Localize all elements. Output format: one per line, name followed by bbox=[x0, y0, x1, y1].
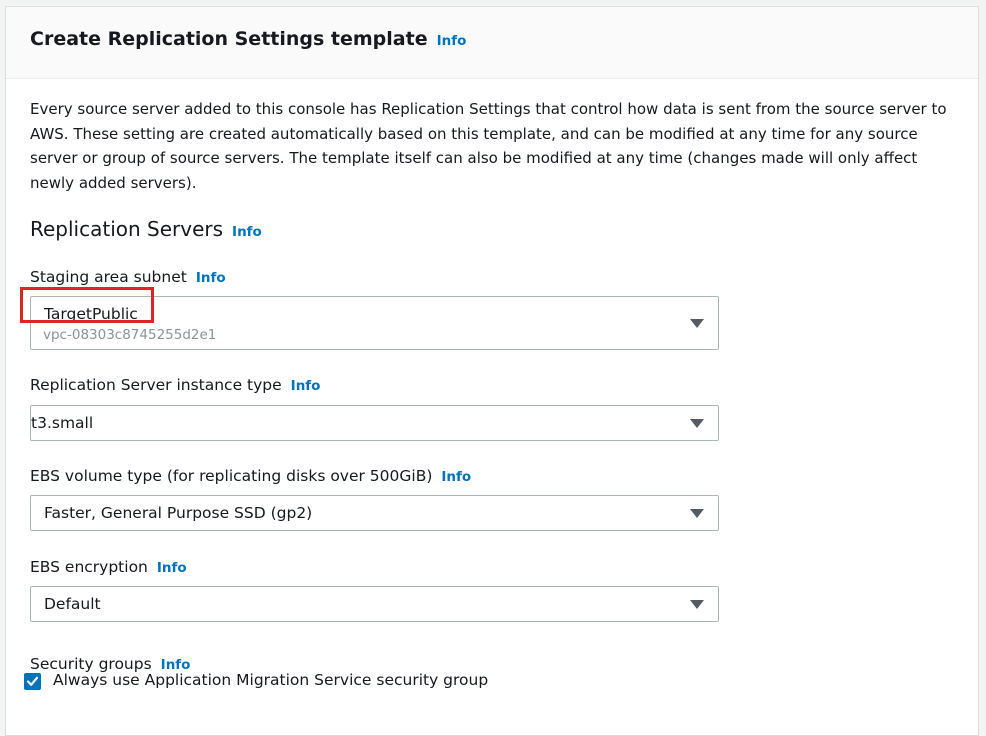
staging-subnet-label-text: Staging area subnet bbox=[30, 268, 187, 286]
ebs-volume-type-value: Faster, General Purpose SSD (gp2) bbox=[44, 504, 313, 522]
panel-header: Create Replication Settings template Info bbox=[6, 7, 978, 79]
ebs-encryption-select[interactable]: Default bbox=[30, 586, 719, 622]
staging-subnet-select[interactable]: TargetPublic vpc-08303c8745255d2e1 bbox=[30, 296, 719, 350]
ebs-encryption-label-text: EBS encryption bbox=[30, 558, 148, 576]
checkmark-icon bbox=[26, 676, 39, 686]
ebs-encryption-value: Default bbox=[44, 595, 101, 613]
ebs-encryption-label: EBS encryption Info bbox=[30, 558, 187, 576]
section-info-link[interactable]: Info bbox=[232, 224, 262, 240]
security-group-checkbox-label[interactable]: Always use Application Migration Service… bbox=[53, 671, 488, 689]
ebs-encryption-info-link[interactable]: Info bbox=[157, 560, 187, 576]
ebs-volume-type-label-text: EBS volume type (for replicating disks o… bbox=[30, 467, 433, 485]
security-group-checkbox[interactable] bbox=[24, 673, 41, 690]
template-description: Every source server added to this consol… bbox=[30, 100, 947, 192]
staging-subnet-info-link[interactable]: Info bbox=[196, 270, 226, 286]
instance-type-select[interactable]: t3.small bbox=[30, 405, 719, 441]
section-title-text: Replication Servers bbox=[30, 217, 224, 241]
staging-subnet-vpc-id: vpc-08303c8745255d2e1 bbox=[43, 327, 217, 343]
instance-type-value: t3.small bbox=[31, 414, 94, 432]
title-info-link[interactable]: Info bbox=[437, 33, 467, 49]
instance-type-label: Replication Server instance type Info bbox=[30, 376, 320, 394]
chevron-down-icon bbox=[690, 600, 704, 609]
ebs-volume-type-info-link[interactable]: Info bbox=[441, 469, 471, 485]
staging-subnet-value: TargetPublic bbox=[44, 305, 138, 323]
page-title-text: Create Replication Settings template bbox=[30, 28, 428, 50]
chevron-down-icon bbox=[690, 509, 704, 518]
chevron-down-icon bbox=[690, 319, 704, 328]
staging-subnet-label: Staging area subnet Info bbox=[30, 268, 226, 286]
ebs-volume-type-label: EBS volume type (for replicating disks o… bbox=[30, 467, 471, 485]
replication-settings-panel: Create Replication Settings template Info… bbox=[5, 6, 979, 736]
page-title: Create Replication Settings template Info bbox=[30, 28, 466, 50]
instance-type-info-link[interactable]: Info bbox=[291, 378, 321, 394]
ebs-volume-type-select[interactable]: Faster, General Purpose SSD (gp2) bbox=[30, 495, 719, 531]
instance-type-label-text: Replication Server instance type bbox=[30, 376, 282, 394]
section-title: Replication Servers Info bbox=[30, 217, 262, 241]
chevron-down-icon bbox=[690, 419, 704, 428]
